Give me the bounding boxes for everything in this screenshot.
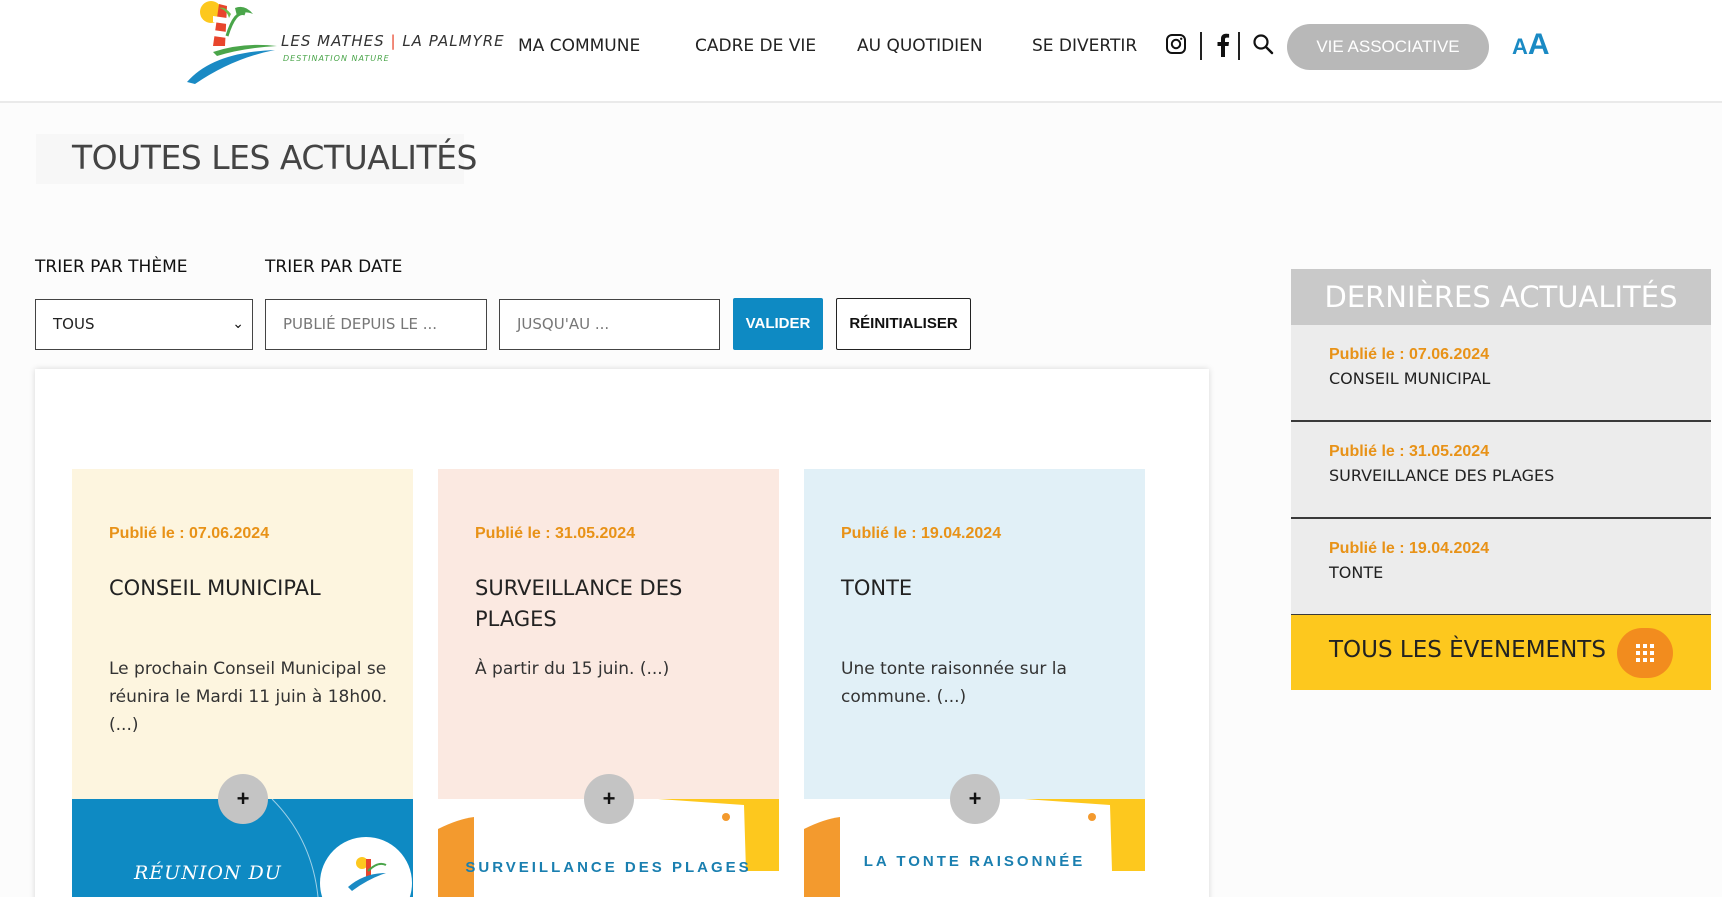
logo-separator: | bbox=[390, 32, 397, 50]
vie-associative-button[interactable]: VIE ASSOCIATIVE bbox=[1287, 24, 1489, 70]
card-excerpt: Le prochain Conseil Municipal se réunira… bbox=[109, 659, 388, 735]
sidebar-item-tonte[interactable]: Publié le : 19.04.2024 TONTE bbox=[1291, 519, 1711, 616]
card-image-text: SURVEILLANCE DES PLAGES bbox=[465, 859, 752, 876]
card-date: Publié le : 19.04.2024 bbox=[841, 525, 1002, 542]
theme-select[interactable]: TOUS ⌄ bbox=[35, 299, 253, 350]
sidebar-item-title: SURVEILLANCE DES PLAGES bbox=[1329, 466, 1555, 485]
date-to-input[interactable]: JUSQU'AU ... bbox=[499, 299, 720, 350]
card-date: Publié le : 31.05.2024 bbox=[475, 525, 636, 542]
font-size-big-icon: A bbox=[1527, 28, 1550, 61]
all-events-label: TOUS LES ÈVENEMENTS bbox=[1329, 637, 1606, 663]
font-size-small-icon: A bbox=[1512, 34, 1528, 59]
nav-cadre-de-vie[interactable]: CADRE DE VIE bbox=[695, 36, 816, 56]
theme-filter-label: TRIER PAR THÈME bbox=[35, 257, 188, 277]
facebook-icon[interactable] bbox=[1212, 33, 1234, 57]
header-divider bbox=[1238, 32, 1240, 60]
nav-ma-commune[interactable]: MA COMMUNE bbox=[518, 36, 640, 56]
logo-icon bbox=[187, 1, 277, 84]
all-events-button[interactable]: TOUS LES ÈVENEMENTS bbox=[1291, 615, 1711, 690]
card-date: Publié le : 07.06.2024 bbox=[109, 525, 270, 542]
card-title: CONSEIL MUNICIPAL bbox=[109, 576, 321, 600]
logo-tagline: DESTINATION NATURE bbox=[283, 54, 390, 63]
sidebar-item-title: TONTE bbox=[1329, 563, 1384, 582]
reset-button[interactable]: RÉINITIALISER bbox=[836, 298, 971, 350]
card-more-button[interactable]: + bbox=[584, 774, 634, 824]
card-image-text: LA TONTE RAISONNÉE bbox=[863, 853, 1086, 870]
validate-button[interactable]: VALIDER bbox=[733, 298, 823, 350]
sidebar-item-date: Publié le : 31.05.2024 bbox=[1329, 443, 1490, 460]
grid-icon bbox=[1617, 628, 1673, 678]
sidebar-item-surveillance-plages[interactable]: Publié le : 31.05.2024 SURVEILLANCE DES … bbox=[1291, 422, 1711, 519]
site-header: LES MATHES | LA PALMYRE DESTINATION NATU… bbox=[0, 0, 1722, 103]
card-more-button[interactable]: + bbox=[950, 774, 1000, 824]
search-icon[interactable] bbox=[1252, 33, 1274, 55]
font-size-toggle[interactable]: AA bbox=[1512, 28, 1550, 62]
card-image-text: RÉUNION DU bbox=[134, 862, 282, 884]
news-card-surveillance-plages[interactable]: Publié le : 31.05.2024 SURVEILLANCE DES … bbox=[438, 469, 779, 799]
card-excerpt: Une tonte raisonnée sur la commune. (...… bbox=[841, 659, 1067, 707]
card-excerpt: À partir du 15 juin. (...) bbox=[475, 659, 670, 679]
sidebar-item-date: Publié le : 07.06.2024 bbox=[1329, 346, 1490, 363]
chevron-down-icon: ⌄ bbox=[232, 316, 244, 332]
instagram-icon[interactable] bbox=[1165, 33, 1187, 55]
page-title: TOUTES LES ACTUALITÉS bbox=[72, 138, 477, 177]
nav-au-quotidien[interactable]: AU QUOTIDIEN bbox=[857, 36, 983, 56]
site-logo[interactable]: LES MATHES | LA PALMYRE DESTINATION NATU… bbox=[183, 0, 505, 90]
card-more-button[interactable]: + bbox=[218, 774, 268, 824]
news-card-conseil-municipal[interactable]: Publié le : 07.06.2024 CONSEIL MUNICIPAL… bbox=[72, 469, 413, 799]
logo-main-text: LES MATHES bbox=[281, 32, 385, 50]
news-card-tonte[interactable]: Publié le : 19.04.2024 TONTE Une tonte r… bbox=[804, 469, 1145, 799]
sidebar-item-conseil-municipal[interactable]: Publié le : 07.06.2024 CONSEIL MUNICIPAL bbox=[1291, 325, 1711, 422]
card-title: TONTE bbox=[841, 576, 913, 600]
logo-wordmark: LES MATHES | LA PALMYRE bbox=[281, 32, 505, 50]
sidebar-item-title: CONSEIL MUNICIPAL bbox=[1329, 369, 1491, 388]
nav-se-divertir[interactable]: SE DIVERTIR bbox=[1032, 36, 1137, 56]
date-filter-label: TRIER PAR DATE bbox=[265, 257, 403, 277]
card-title: SURVEILLANCE DES PLAGES bbox=[475, 576, 683, 631]
sidebar-heading: DERNIÈRES ACTUALITÉS bbox=[1291, 269, 1711, 325]
theme-select-value: TOUS bbox=[53, 315, 95, 333]
header-divider bbox=[1200, 32, 1202, 60]
date-from-input[interactable]: PUBLIÉ DEPUIS LE ... bbox=[265, 299, 487, 350]
sidebar-item-date: Publié le : 19.04.2024 bbox=[1329, 540, 1490, 557]
logo-second-text: LA PALMYRE bbox=[402, 32, 505, 50]
